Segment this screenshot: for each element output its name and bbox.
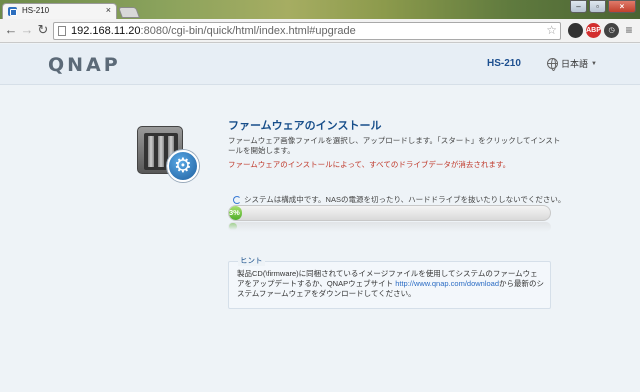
status-text: システムは構成中です。NASの電源を切ったり、ハードドライブを抜いたりしないでく… xyxy=(244,195,566,204)
bookmark-star-icon[interactable]: ☆ xyxy=(546,23,557,37)
data-erase-warning: ファームウェアのインストールによって、すべてのドライブデータが消去されます。 xyxy=(228,160,511,169)
minimize-button[interactable]: – xyxy=(570,0,587,13)
page-header: QNAP HS-210 日本語 ▼ xyxy=(0,44,640,85)
close-window-button[interactable]: × xyxy=(608,0,636,13)
clock-extension-icon[interactable]: ◷ xyxy=(604,23,619,38)
progress-percent: 3% xyxy=(229,208,240,217)
address-bar[interactable]: 192.168.11.20:8080/cgi-bin/quick/html/in… xyxy=(53,22,561,40)
qnap-favicon-icon xyxy=(8,7,17,16)
hint-text: 製品CD(\firmware)に同梱されているイメージファイルを使用してシステム… xyxy=(237,269,545,298)
browser-tab[interactable]: HS-210 × xyxy=(2,3,117,19)
status-message: システムは構成中です。NASの電源を切ったり、ハードドライブを抜いたりしないでく… xyxy=(233,194,565,205)
new-tab-button[interactable] xyxy=(117,7,141,18)
browser-toolbar: ← → ↻ 192.168.11.20:8080/cgi-bin/quick/h… xyxy=(0,19,640,43)
language-label: 日本語 xyxy=(561,59,589,69)
progress-reflection-dot xyxy=(229,223,237,230)
chevron-down-icon: ▼ xyxy=(591,60,597,67)
globe-icon xyxy=(547,58,558,71)
url-text[interactable]: 192.168.11.20:8080/cgi-bin/quick/html/in… xyxy=(71,25,356,37)
nas-firmware-icon: ⚙ xyxy=(135,124,199,184)
forward-arrow-icon[interactable]: → xyxy=(20,22,34,38)
page-icon xyxy=(58,26,66,36)
adblock-plus-icon[interactable]: ABP xyxy=(586,23,601,38)
language-selector[interactable]: 日本語 ▼ xyxy=(547,57,597,71)
qnap-download-link[interactable]: http://www.qnap.com/download xyxy=(395,279,499,288)
shield-extension-icon[interactable] xyxy=(568,23,583,38)
maximize-button[interactable]: ▫ xyxy=(589,0,606,13)
tab-title: HS-210 xyxy=(22,6,50,15)
close-tab-icon[interactable]: × xyxy=(106,5,111,15)
reload-icon[interactable]: ↻ xyxy=(36,22,50,38)
window-controls: – ▫ × xyxy=(551,0,636,13)
browser-titlebar: HS-210 × – ▫ × xyxy=(0,0,640,19)
install-description: ファームウェア画像ファイルを選択し、アップロードします。「スタート」をクリックし… xyxy=(228,136,561,155)
page-title: ファームウェアのインストール xyxy=(228,120,382,132)
back-arrow-icon[interactable]: ← xyxy=(4,22,18,38)
hint-legend: ヒント xyxy=(238,255,265,266)
loading-spinner-icon xyxy=(233,195,241,204)
menu-icon[interactable]: ≡ xyxy=(622,22,636,38)
gear-icon: ⚙ xyxy=(167,150,199,182)
user-profile-icon[interactable] xyxy=(551,0,568,13)
device-model: HS-210 xyxy=(487,58,521,69)
install-progress-bar xyxy=(228,205,551,221)
qnap-logo: QNAP xyxy=(48,54,121,76)
progress-reflection xyxy=(228,222,551,232)
